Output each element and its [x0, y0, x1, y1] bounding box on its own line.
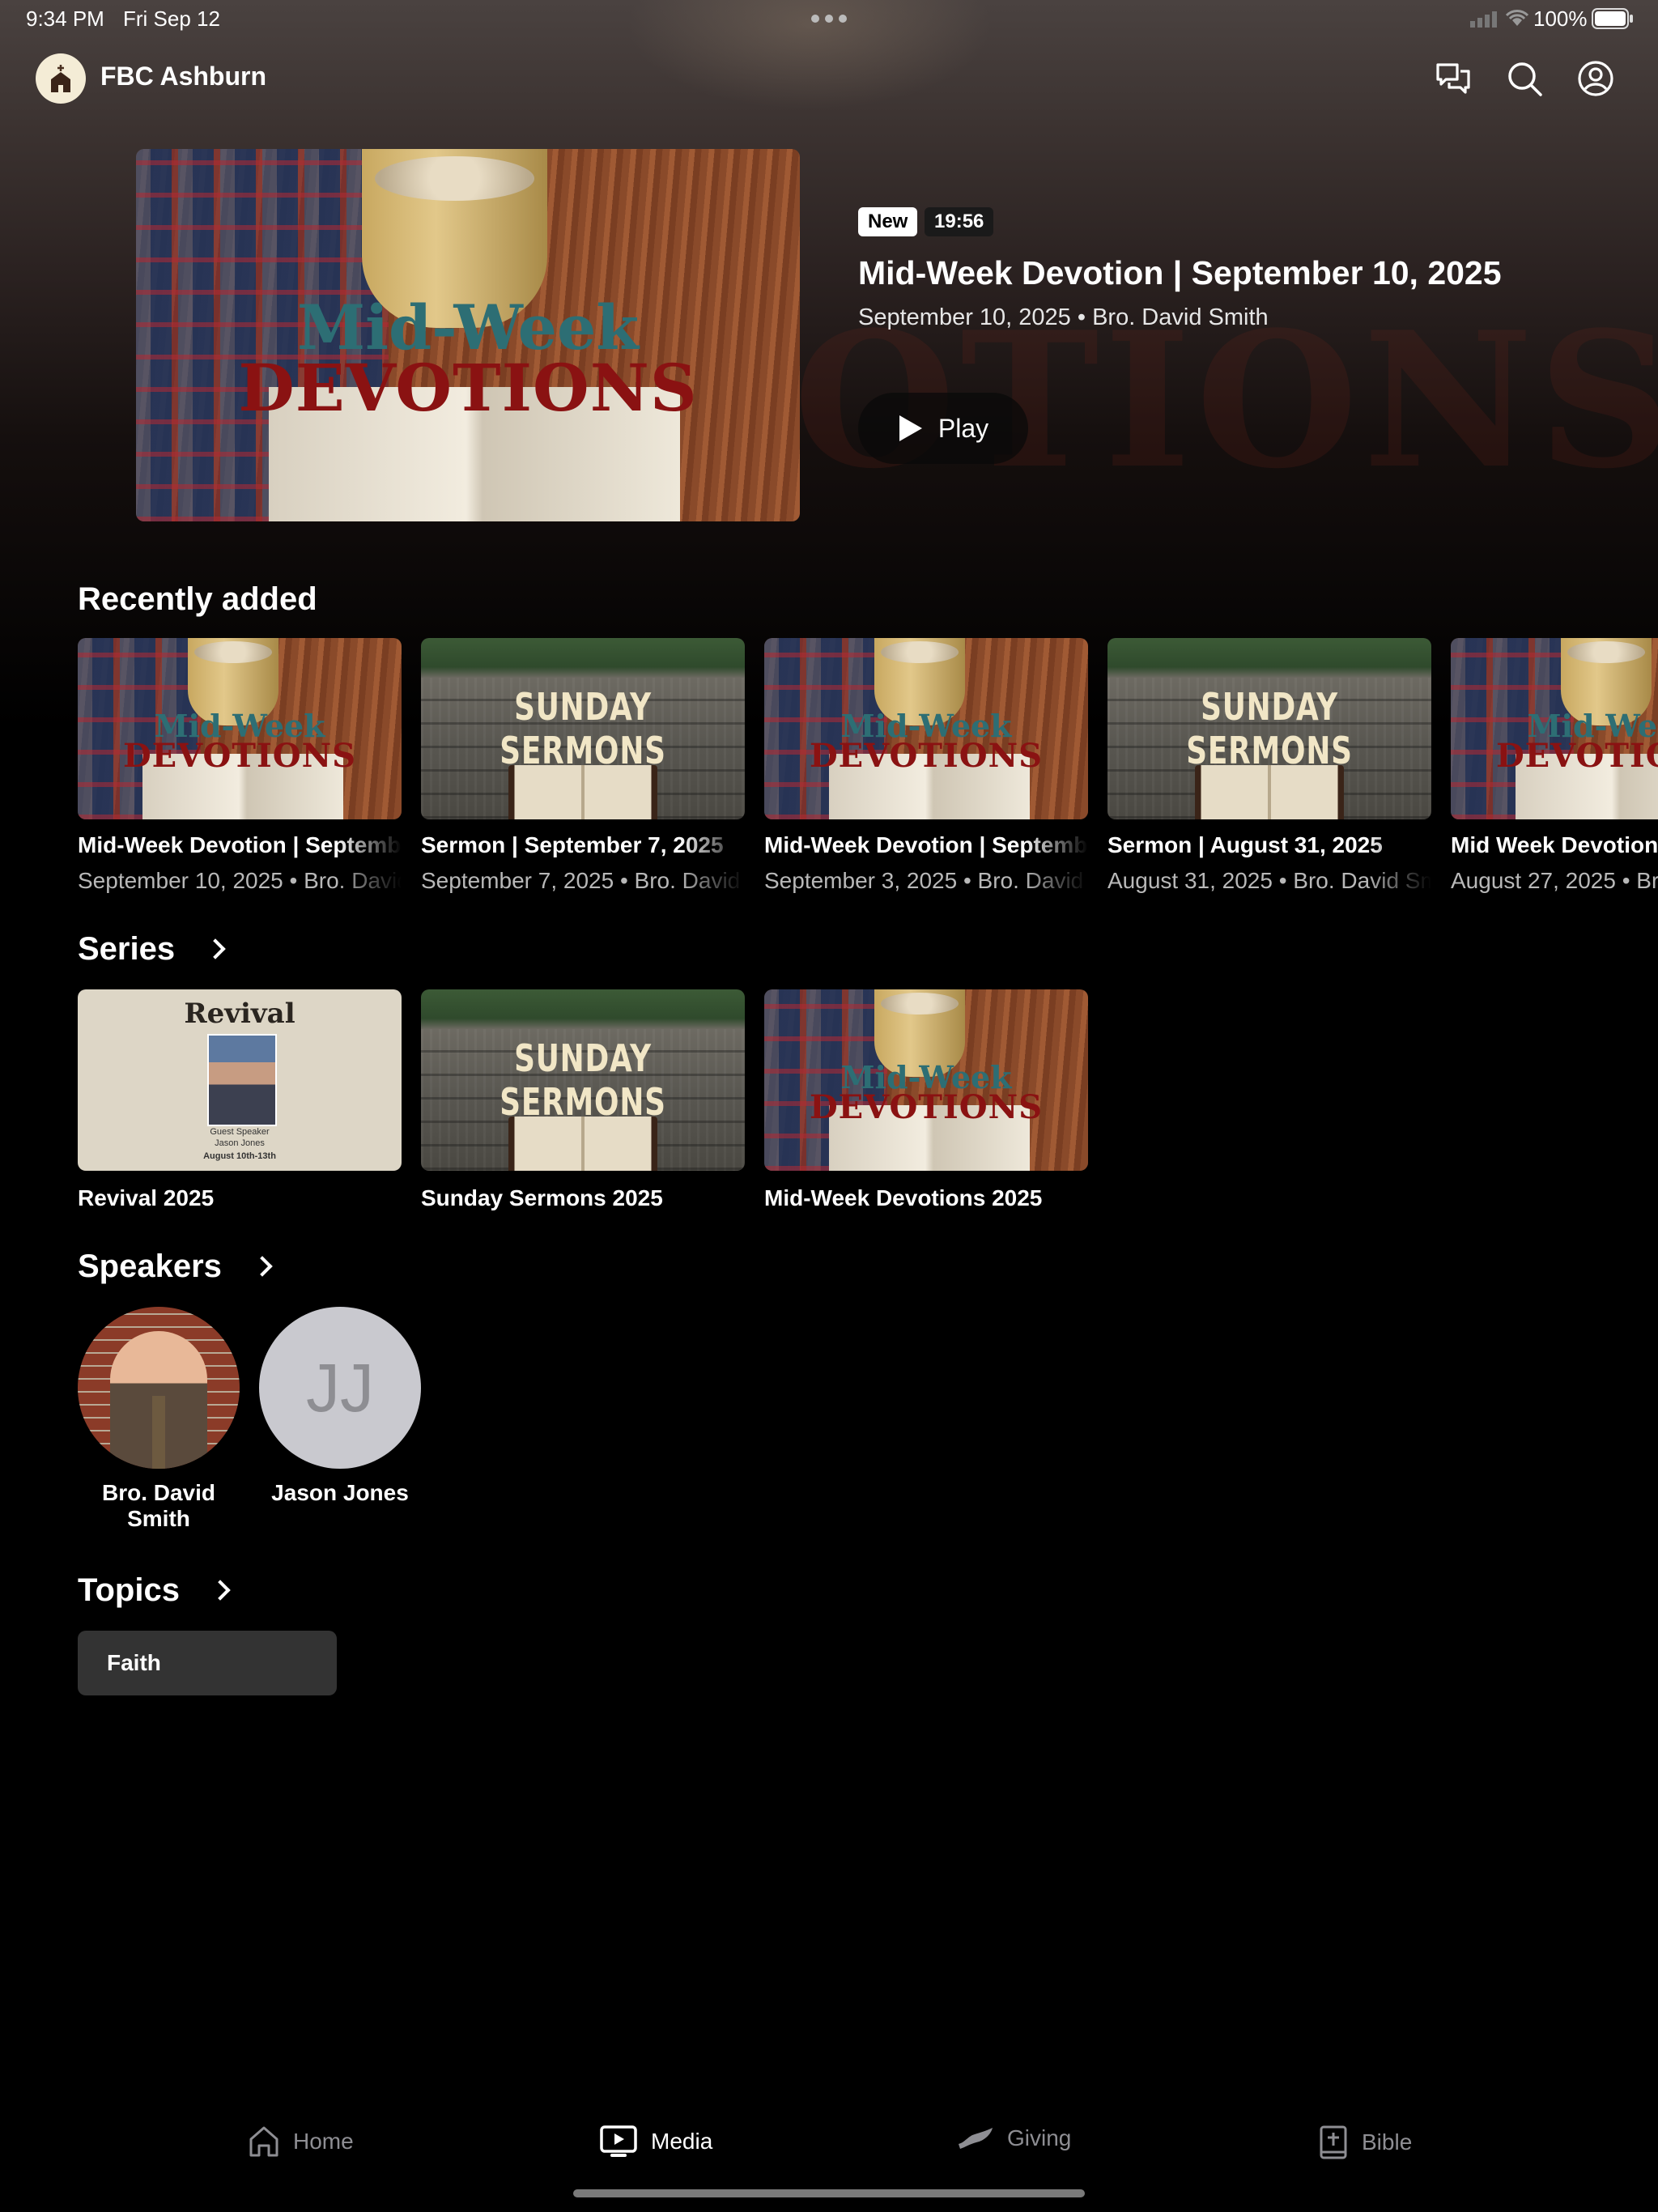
series-card[interactable]: Revival Guest Speaker Jason Jones August… [78, 989, 402, 1211]
play-icon [899, 415, 922, 441]
app-title: FBC Ashburn [100, 62, 267, 91]
series-card-title: Revival 2025 [78, 1185, 215, 1210]
media-card-meta: August 27, 2025 • Bro. David Smith [1451, 868, 1658, 893]
media-card-title: Mid Week Devotion | August 27, 2025 [1451, 832, 1658, 857]
church-icon [51, 65, 70, 92]
home-icon [249, 2126, 278, 2157]
tab-home[interactable]: Home [248, 2125, 354, 2159]
chevron-right-icon [252, 1256, 273, 1277]
series-card-title: Sunday Sermons 2025 [421, 1185, 663, 1210]
speakers-heading-label: Speakers [78, 1249, 222, 1284]
recently-added-row: Mid-Week DEVOTIONS Mid-Week Devotion | S… [78, 638, 1658, 897]
status-time: 9:34 PM [26, 6, 104, 31]
chat-icon[interactable] [1435, 60, 1472, 97]
media-thumbnail: SUNDAY SERMONS [421, 638, 745, 819]
media-card-title: Sermon | August 31, 2025 [1107, 832, 1383, 857]
media-card-title: Mid-Week Devotion | September 3, 2025 [764, 832, 1088, 857]
media-thumbnail: SUNDAY SERMONS [1107, 638, 1431, 819]
featured-art-line2: DEVOTIONS [238, 350, 698, 426]
search-icon[interactable] [1506, 60, 1543, 97]
home-indicator[interactable] [573, 2189, 1085, 2197]
series-card[interactable]: Mid-Week DEVOTIONS Mid-Week Devotions 20… [764, 989, 1088, 1211]
media-card[interactable]: SUNDAY SERMONS Sermon | August 31, 2025 … [1107, 638, 1431, 894]
multitasking-dots-icon[interactable] [811, 15, 847, 23]
avatar-initials: JJ [306, 1349, 374, 1426]
media-card-title: Mid-Week Devotion | September 10, 2025 [78, 832, 402, 857]
wifi-icon [1504, 8, 1530, 32]
battery-percent: 100% [1533, 6, 1588, 31]
media-card-title: Sermon | September 7, 2025 [421, 832, 724, 857]
tab-giving[interactable]: Giving [957, 2125, 1071, 2152]
series-card-title: Mid-Week Devotions 2025 [764, 1185, 1043, 1210]
battery-icon [1592, 8, 1634, 33]
tab-media[interactable]: Media [599, 2125, 712, 2159]
speaker-item[interactable]: JJ Jason Jones [259, 1307, 421, 1506]
status-date: Fri Sep 12 [123, 6, 220, 31]
cellular-signal-icon [1470, 10, 1499, 32]
topics-heading-label: Topics [78, 1572, 180, 1608]
tab-bible-label: Bible [1362, 2129, 1413, 2155]
media-card-meta: August 31, 2025 • Bro. David Smith [1107, 868, 1431, 893]
recently-added-heading: Recently added [78, 581, 317, 617]
media-thumbnail: Mid-Week DEVOTIONS [1451, 638, 1658, 819]
speaker-name: Bro. David Smith [101, 1480, 216, 1531]
series-heading[interactable]: Series [78, 931, 226, 968]
series-card[interactable]: SUNDAY SERMONS Sunday Sermons 2025 [421, 989, 745, 1211]
avatar [78, 1307, 240, 1469]
featured-meta: September 10, 2025 • Bro. David Smith [858, 304, 1269, 330]
media-card[interactable]: Mid-Week DEVOTIONS Mid-Week Devotion | S… [78, 638, 402, 894]
tab-media-label: Media [651, 2129, 713, 2154]
media-thumbnail: Mid-Week DEVOTIONS [764, 638, 1088, 819]
avatar: JJ [259, 1307, 421, 1469]
topic-chip[interactable]: Faith [78, 1631, 337, 1695]
church-logo[interactable] [36, 53, 86, 104]
speaker-name: Jason Jones [271, 1480, 409, 1505]
tab-bible[interactable]: Bible [1318, 2125, 1412, 2160]
media-card[interactable]: SUNDAY SERMONS Sermon | September 7, 202… [421, 638, 745, 894]
series-thumbnail: SUNDAY SERMONS [421, 989, 745, 1171]
chevron-right-icon [210, 1580, 231, 1601]
giving-icon [959, 2128, 993, 2149]
new-badge: New [858, 207, 918, 236]
featured-title: Mid-Week Devotion | September 10, 2025 [858, 254, 1502, 291]
media-card-meta: September 7, 2025 • Bro. David Smith [421, 868, 745, 893]
media-card[interactable]: Mid-Week DEVOTIONS Mid Week Devotion | A… [1451, 638, 1658, 894]
media-thumbnail: Mid-Week DEVOTIONS [78, 638, 402, 819]
bible-icon [1320, 2125, 1347, 2159]
duration-badge: 19:56 [925, 207, 994, 236]
media-card-meta: September 10, 2025 • Bro. David Smith [78, 868, 402, 893]
play-button[interactable]: Play [858, 393, 1028, 464]
profile-icon[interactable] [1577, 60, 1614, 97]
tab-giving-label: Giving [1007, 2125, 1072, 2150]
chevron-right-icon [205, 938, 226, 959]
speakers-heading[interactable]: Speakers [78, 1249, 273, 1285]
topics-heading[interactable]: Topics [78, 1572, 231, 1609]
series-heading-label: Series [78, 931, 176, 967]
media-icon [600, 2125, 637, 2157]
guest-speaker-photo [207, 1034, 277, 1126]
speaker-item[interactable]: Bro. David Smith [78, 1307, 240, 1532]
tab-home-label: Home [293, 2129, 354, 2154]
series-thumbnail: Mid-Week DEVOTIONS [764, 989, 1088, 1171]
series-thumbnail: Revival Guest Speaker Jason Jones August… [78, 989, 402, 1171]
media-card-meta: September 3, 2025 • Bro. David Smith [764, 868, 1088, 893]
featured-thumbnail[interactable]: Mid-Week DEVOTIONS [136, 149, 800, 521]
play-label: Play [937, 413, 989, 443]
media-card[interactable]: Mid-Week DEVOTIONS Mid-Week Devotion | S… [764, 638, 1088, 894]
